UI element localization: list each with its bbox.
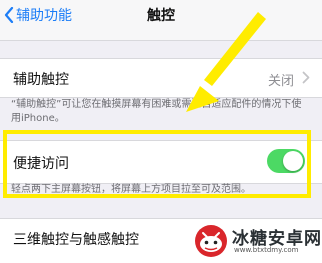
assistive-touch-row[interactable]: 辅助触控 关闭 bbox=[0, 58, 322, 98]
page-title: 触控 bbox=[147, 8, 175, 24]
assistive-touch-label: 辅助触控 bbox=[13, 72, 69, 88]
toggle-knob bbox=[283, 151, 303, 171]
assistive-touch-value: 关闭 bbox=[267, 74, 294, 89]
chevron-right-icon bbox=[302, 71, 310, 84]
reachability-label: 便捷访问 bbox=[13, 156, 69, 172]
reachability-note: 轻点两下主屏幕按钮，将屏幕上方项目拉至可及范围。 bbox=[11, 184, 251, 195]
assistive-touch-note: “辅助触控”可让您在触摸屏幕有困难或需要自适应配件的情况下使用iPhone。 bbox=[11, 99, 302, 124]
reachability-toggle[interactable] bbox=[267, 149, 305, 173]
navigation-bar: 辅助功能 触控 bbox=[0, 0, 322, 41]
reachability-row: 便捷访问 bbox=[0, 140, 322, 184]
3d-touch-label: 三维触控与触感触控 bbox=[13, 232, 139, 248]
3d-touch-row[interactable]: 三维触控与触感触控 bbox=[0, 218, 322, 263]
